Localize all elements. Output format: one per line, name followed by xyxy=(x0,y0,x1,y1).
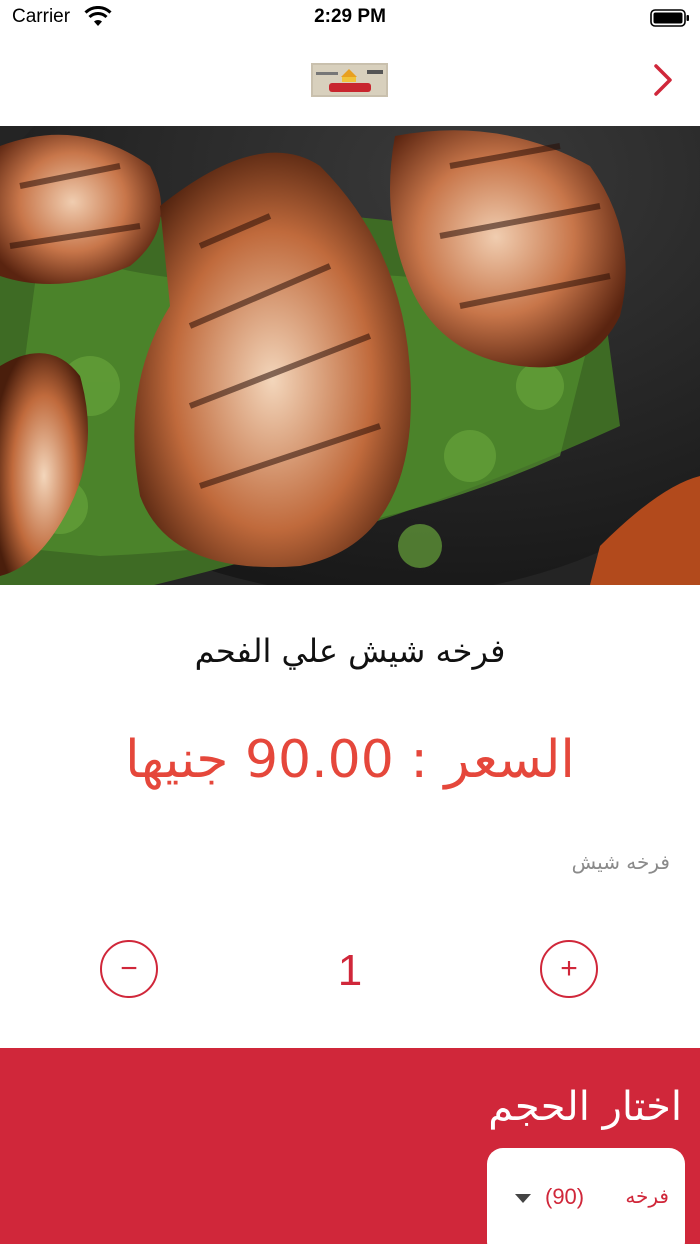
status-bar: Carrier 2:29 PM xyxy=(0,0,700,36)
size-panel: اختار الحجم فرخه (90) xyxy=(0,1048,700,1258)
caret-down-icon xyxy=(515,1194,531,1203)
product-image xyxy=(0,126,700,585)
plus-icon: + xyxy=(560,952,578,985)
clock: 2:29 PM xyxy=(314,6,386,27)
size-option-price: (90) xyxy=(545,1184,585,1209)
size-dropdown[interactable]: فرخه (90) xyxy=(487,1148,685,1258)
nav-bar xyxy=(0,36,700,126)
size-option-name: فرخه xyxy=(625,1184,669,1208)
battery-icon xyxy=(650,9,689,27)
product-price: السعر : 90.00 جنيها xyxy=(125,730,575,790)
chevron-right-icon[interactable] xyxy=(642,60,682,100)
increase-quantity-button[interactable]: + xyxy=(540,940,598,998)
size-heading: اختار الحجم xyxy=(488,1084,682,1130)
product-title: فرخه شيش علي الفحم xyxy=(194,632,506,670)
product-description: فرخه شيش xyxy=(571,850,670,874)
restaurant-logo-icon xyxy=(311,63,388,97)
